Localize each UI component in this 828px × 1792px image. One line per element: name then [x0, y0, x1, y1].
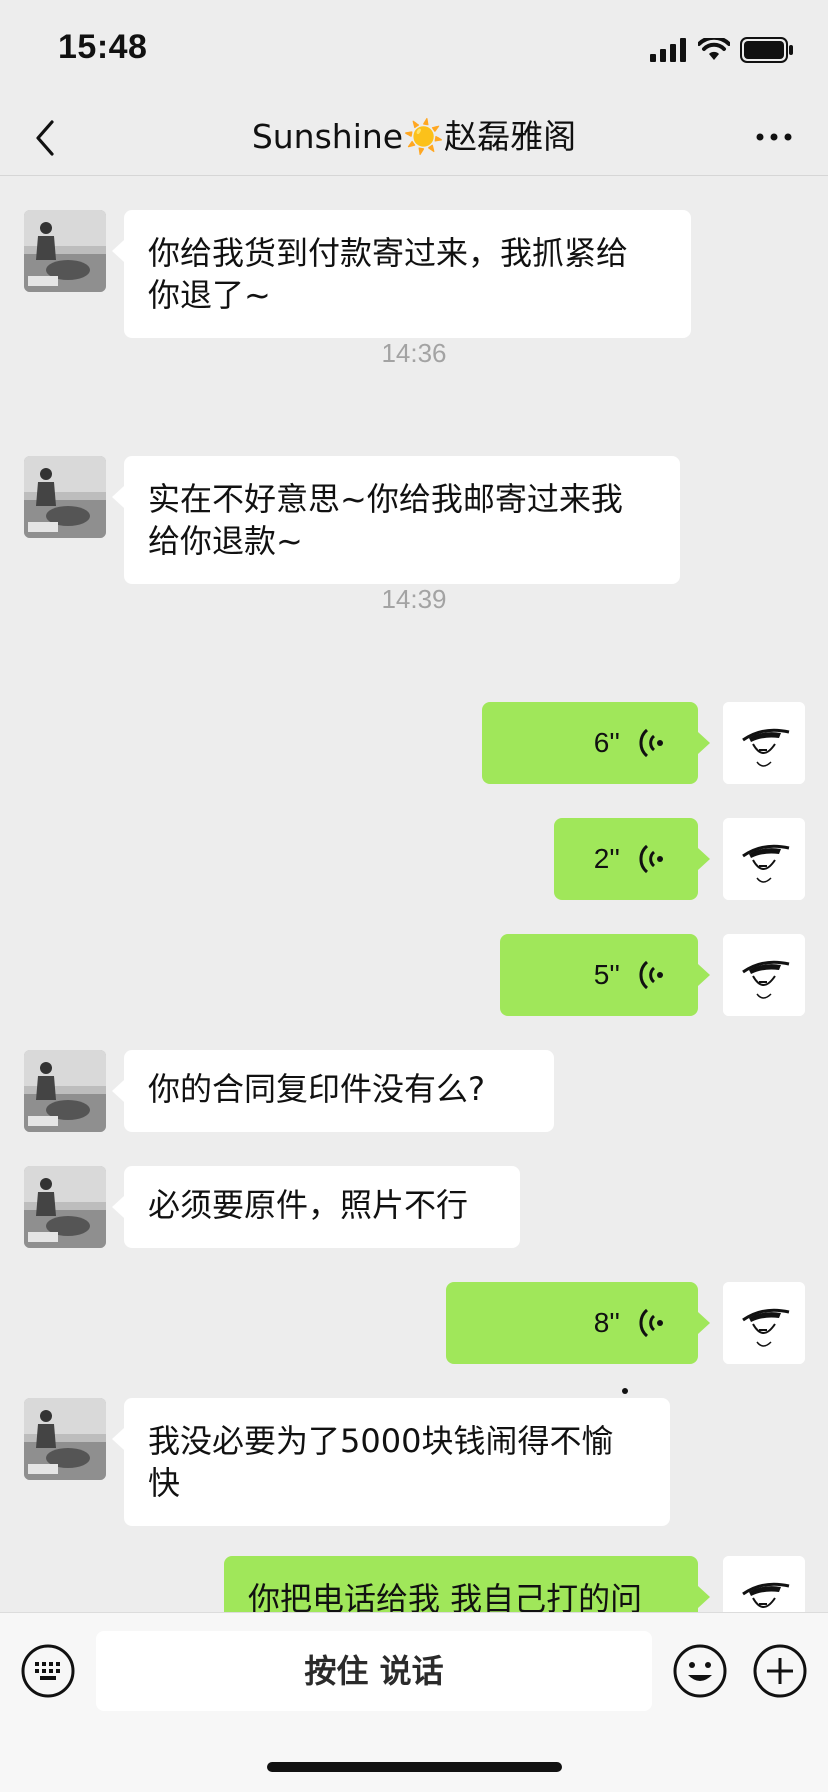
my-avatar-sketch — [723, 1556, 805, 1612]
hold-to-talk-button[interactable]: 按住 说话 — [96, 1631, 652, 1711]
incoming-message[interactable]: 你的合同复印件没有么? — [112, 1050, 554, 1132]
my-avatar[interactable] — [723, 818, 805, 900]
contact-avatar-photo — [24, 1398, 106, 1480]
more-options-button[interactable] — [754, 122, 794, 152]
battery-icon — [740, 37, 793, 63]
voice-message[interactable]: 8'' — [446, 1282, 710, 1364]
voice-duration: 2'' — [593, 843, 620, 874]
status-time: 15:48 — [58, 28, 148, 66]
voice-message[interactable]: 5'' — [500, 934, 710, 1016]
voice-message[interactable]: 6'' — [482, 702, 710, 784]
wifi-icon — [698, 38, 730, 60]
keyboard-icon — [21, 1644, 75, 1698]
keyboard-toggle-button[interactable] — [20, 1643, 76, 1699]
voice-duration: 5'' — [593, 959, 620, 990]
message-line: 你退了~ — [148, 276, 271, 314]
message-list[interactable]: 你给我货到付款寄过来，我抓紧给 你退了~ 14:36 实在不好意思~你给我邮寄过… — [0, 177, 828, 1612]
home-indicator[interactable] — [267, 1762, 562, 1772]
emoji-button[interactable] — [672, 1643, 728, 1699]
message-line: 实在不好意思~你给我邮寄过来我 — [148, 480, 623, 518]
incoming-message[interactable]: 你给我货到付款寄过来，我抓紧给 你退了~ — [112, 210, 691, 338]
voice-message[interactable]: 2'' — [554, 818, 710, 900]
contact-avatar-photo — [24, 456, 106, 538]
ellipsis-icon — [756, 133, 792, 141]
my-avatar-sketch — [723, 818, 805, 900]
timestamp: 14:36 — [381, 338, 447, 368]
outgoing-message[interactable]: 你把电话给我 我自己打的问 — [224, 1556, 710, 1612]
message-line: 必须要原件，照片不行 — [148, 1186, 469, 1224]
status-bar: 15:48 — [0, 0, 828, 100]
voice-duration: 6'' — [593, 727, 620, 758]
message-line: 快 — [148, 1464, 181, 1502]
message-line: 你把电话给我 我自己打的问 — [248, 1580, 643, 1612]
voice-wave-icon — [639, 1308, 663, 1338]
unread-dot — [622, 1388, 628, 1394]
status-icons — [650, 36, 794, 64]
contact-avatar-photo — [24, 1166, 106, 1248]
my-avatar[interactable] — [723, 1556, 805, 1612]
incoming-message[interactable]: 我没必要为了5000块钱闹得不愉 快 — [112, 1398, 670, 1526]
my-avatar[interactable] — [723, 934, 805, 1016]
my-avatar-sketch — [723, 934, 805, 1016]
incoming-message[interactable]: 实在不好意思~你给我邮寄过来我 给你退款~ — [112, 456, 680, 584]
my-avatar[interactable] — [723, 1282, 805, 1364]
contact-avatar[interactable] — [24, 456, 106, 538]
contact-avatar-photo — [24, 1050, 106, 1132]
contact-avatar-photo — [24, 210, 106, 292]
voice-duration: 8'' — [593, 1307, 620, 1338]
timestamp: 14:39 — [381, 584, 447, 614]
chat-title: Sunshine☀️赵磊雅阁 — [251, 117, 577, 156]
message-line: 我没必要为了5000块钱闹得不愉 — [148, 1422, 614, 1460]
cellular-signal-icon — [650, 38, 686, 62]
smiley-icon — [673, 1644, 727, 1698]
message-line: 给你退款~ — [148, 522, 303, 560]
contact-avatar[interactable] — [24, 1050, 106, 1132]
more-functions-button[interactable] — [752, 1643, 808, 1699]
incoming-message[interactable]: 必须要原件，照片不行 — [112, 1166, 520, 1248]
my-avatar[interactable] — [723, 702, 805, 784]
voice-wave-icon — [639, 960, 663, 990]
my-avatar-sketch — [723, 1282, 805, 1364]
contact-avatar[interactable] — [24, 1166, 106, 1248]
voice-wave-icon — [639, 844, 663, 874]
contact-avatar[interactable] — [24, 210, 106, 292]
voice-wave-icon — [639, 728, 663, 758]
message-line: 你的合同复印件没有么? — [148, 1070, 485, 1108]
plus-circle-icon — [753, 1644, 807, 1698]
contact-avatar[interactable] — [24, 1398, 106, 1480]
my-avatar-sketch — [723, 702, 805, 784]
message-line: 你给我货到付款寄过来，我抓紧给 — [148, 234, 629, 272]
chat-header: Sunshine☀️赵磊雅阁 — [0, 100, 828, 176]
